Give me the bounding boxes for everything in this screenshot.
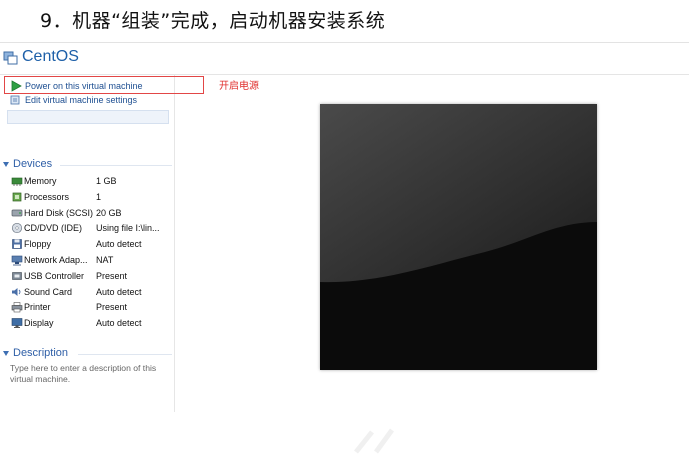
device-value: Auto detect xyxy=(96,239,142,250)
devices-divider xyxy=(60,165,172,166)
edit-settings-label: Edit virtual machine settings xyxy=(25,95,138,105)
usb-controller-icon xyxy=(12,271,22,280)
hard-disk-icon xyxy=(11,209,23,216)
sound-card-icon xyxy=(12,287,21,296)
device-row-sound-card[interactable]: Sound Card Auto detect xyxy=(11,285,174,299)
memory-icon xyxy=(11,177,23,186)
description-field[interactable]: Type here to enter a description of this… xyxy=(10,363,170,385)
device-row-hard-disk[interactable]: Hard Disk (SCSI) 20 GB xyxy=(11,206,174,220)
document-heading: 9．机器“组装”完成，启动机器安装系统 xyxy=(40,10,386,32)
device-row-processors[interactable]: Processors 1 xyxy=(11,190,174,204)
vm-icon xyxy=(3,51,18,65)
vm-summary-pane: Power on this virtual machine Edit virtu… xyxy=(0,74,175,412)
edit-settings-button[interactable]: Edit virtual machine settings xyxy=(10,93,137,107)
devices-header: Devices xyxy=(13,158,53,170)
network-adapter-icon xyxy=(11,255,23,266)
annotation-highlight-box xyxy=(4,76,204,94)
device-row-network-adapter[interactable]: Network Adap... NAT xyxy=(11,253,174,267)
power-on-hover-highlight xyxy=(7,110,169,124)
description-header: Description xyxy=(13,347,69,359)
device-name: USB Controller xyxy=(24,270,85,281)
cd-dvd-icon xyxy=(11,223,23,234)
annotation-label: 开启电源 xyxy=(219,81,259,92)
device-row-usb-controller[interactable]: USB Controller Present xyxy=(11,269,174,283)
device-name: Processors xyxy=(24,191,70,202)
device-name: Memory xyxy=(24,176,57,186)
vm-console-thumbnail[interactable] xyxy=(320,104,597,370)
floppy-icon xyxy=(12,239,22,249)
collapse-triangle-icon xyxy=(3,350,9,356)
device-value: 1 xyxy=(96,191,102,202)
devices-section-toggle[interactable]: Devices xyxy=(3,157,52,171)
description-section-toggle[interactable]: Description xyxy=(3,346,68,360)
device-name: Hard Disk (SCSI) xyxy=(24,207,94,218)
settings-icon xyxy=(10,95,20,105)
watermark-mark xyxy=(354,428,395,454)
device-value: Present xyxy=(96,302,128,313)
device-name: Network Adap... xyxy=(24,255,88,265)
device-row-display[interactable]: Display Auto detect xyxy=(11,316,174,330)
device-name: Display xyxy=(24,318,54,329)
device-value: 1 GB xyxy=(96,176,117,186)
device-value: NAT xyxy=(96,255,114,265)
collapse-triangle-icon xyxy=(3,161,9,167)
device-name: Floppy xyxy=(24,239,52,250)
printer-icon xyxy=(11,302,23,313)
device-name: CD/DVD (IDE) xyxy=(24,223,82,234)
device-value: Using file I:\lin... xyxy=(96,223,160,234)
device-value: Auto detect xyxy=(96,318,142,329)
device-value: Present xyxy=(96,270,128,281)
device-row-cd-dvd[interactable]: CD/DVD (IDE) Using file I:\lin... xyxy=(11,221,174,235)
device-value: Auto detect xyxy=(96,286,142,297)
display-icon xyxy=(11,318,23,329)
vm-title-bar: CentOS xyxy=(0,42,689,75)
device-row-memory[interactable]: Memory 1 GB xyxy=(11,174,174,188)
device-value: 20 GB xyxy=(96,207,122,218)
description-divider xyxy=(78,354,172,355)
device-row-floppy[interactable]: Floppy Auto detect xyxy=(11,237,174,251)
processor-icon xyxy=(12,192,22,202)
device-row-printer[interactable]: Printer Present xyxy=(11,300,174,314)
vm-title: CentOS xyxy=(22,48,79,65)
device-name: Printer xyxy=(24,302,51,313)
device-name: Sound Card xyxy=(24,286,73,297)
vm-window: CentOS Power on this virtual machine Edi… xyxy=(0,42,689,454)
